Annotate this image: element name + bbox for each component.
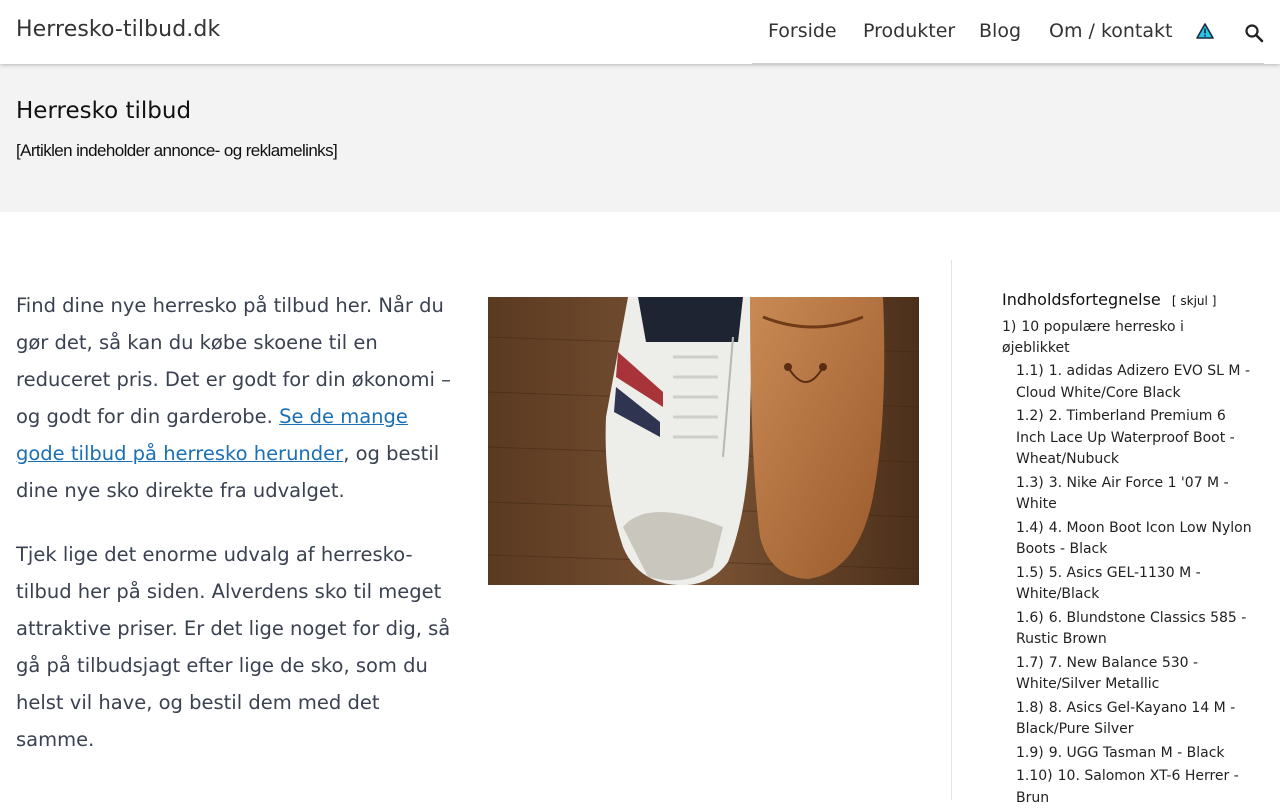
toc-hide-link[interactable]: skjul <box>1180 294 1207 308</box>
nav-item-blog[interactable]: Blog <box>979 20 1021 42</box>
table-of-contents: Indholdsfortegnelse [ skjul ] 1) 10 popul… <box>1002 290 1252 809</box>
page-title: Herresko tilbud <box>16 98 192 124</box>
site-header: Herresko-tilbud.dk Forside Produkter Blo… <box>0 0 1280 64</box>
toc-label: 4. Moon Boot Icon Low Nylon Boots - Blac… <box>1016 519 1252 558</box>
toc-number: 1.7) <box>1016 654 1044 671</box>
toc-item[interactable]: 1.2) 2. Timberland Premium 6 Inch Lace Up… <box>1016 406 1252 471</box>
toc-item[interactable]: 1.5) 5. Asics GEL-1130 M - White/Black <box>1016 563 1252 606</box>
intro-paragraph: Find dine nye herresko på tilbud her. Nå… <box>16 287 456 509</box>
nav-item-om-kontakt[interactable]: Om / kontakt <box>1049 20 1172 42</box>
toc-item[interactable]: 1.8) 8. Asics Gel-Kayano 14 M - Black/Pur… <box>1016 698 1252 741</box>
toc-item[interactable]: 1.9) 9. UGG Tasman M - Black <box>1016 743 1252 765</box>
toc-label: 10 populære herresko i øjeblikket <box>1002 319 1184 356</box>
toc-item[interactable]: 1.1) 1. adidas Adizero EVO SL M - Cloud W… <box>1016 361 1252 404</box>
page-hero: Herresko tilbud [Artiklen indeholder ann… <box>0 64 1280 212</box>
shoes-photo <box>488 297 919 585</box>
toc-item[interactable]: 1.6) 6. Blundstone Classics 585 - Rustic … <box>1016 608 1252 651</box>
toc-toggle: [ skjul ] <box>1172 294 1217 308</box>
second-paragraph: Tjek lige det enorme udvalg af herresko-… <box>16 543 451 751</box>
toc-number: 1.3) <box>1016 474 1044 491</box>
toc-label: 3. Nike Air Force 1 '07 M - White <box>1016 474 1229 513</box>
main-nav: Forside Produkter Blog Om / kontakt <box>752 0 1264 64</box>
sidebar-divider <box>951 260 952 800</box>
article-body: Find dine nye herresko på tilbud her. Nå… <box>16 287 456 785</box>
search-icon[interactable] <box>1244 23 1264 43</box>
warning-triangle-icon[interactable] <box>1196 23 1214 39</box>
toc-number: 1.6) <box>1016 609 1044 626</box>
toc-number: 1.1) <box>1016 363 1044 379</box>
toc-item[interactable]: 1.10) 10. Salomon XT-6 Herrer - Brun <box>1016 766 1252 809</box>
toc-label: 2. Timberland Premium 6 Inch Lace Up Wat… <box>1016 408 1235 467</box>
toc-section[interactable]: 1) 10 populære herresko i øjeblikket <box>1002 317 1252 359</box>
toc-number: 1.8) <box>1016 699 1044 716</box>
toc-item[interactable]: 1.7) 7. New Balance 530 - White/Silver Me… <box>1016 653 1252 696</box>
toc-label: 6. Blundstone Classics 585 - Rustic Brow… <box>1016 609 1247 648</box>
toc-label: 9. UGG Tasman M - Black <box>1048 744 1225 761</box>
toc-bracket-close: ] <box>1211 294 1217 308</box>
toc-number: 1.4) <box>1016 519 1044 536</box>
toc-number: 1.9) <box>1016 744 1044 761</box>
toc-label: 1. adidas Adizero EVO SL M - Cloud White… <box>1016 363 1251 401</box>
nav-item-produkter[interactable]: Produkter <box>863 20 955 42</box>
ad-disclaimer: [Artiklen indeholder annonce- og reklame… <box>16 141 338 160</box>
toc-bracket-open: [ <box>1171 294 1177 308</box>
toc-number: 1.5) <box>1016 564 1044 581</box>
toc-label: 8. Asics Gel-Kayano 14 M - Black/Pure Si… <box>1016 699 1236 738</box>
toc-number: 1.2) <box>1016 408 1044 424</box>
toc-number: 1) <box>1002 319 1017 335</box>
toc-subsections: 1.1) 1. adidas Adizero EVO SL M - Cloud W… <box>1016 361 1252 809</box>
toc-number: 1.10) <box>1016 768 1053 784</box>
toc-item[interactable]: 1.3) 3. Nike Air Force 1 '07 M - White <box>1016 473 1252 516</box>
toc-title: Indholdsfortegnelse <box>1002 290 1161 309</box>
nav-item-forside[interactable]: Forside <box>768 20 837 42</box>
toc-item[interactable]: 1.4) 4. Moon Boot Icon Low Nylon Boots - … <box>1016 518 1252 561</box>
site-title-link[interactable]: Herresko-tilbud.dk <box>16 17 220 42</box>
